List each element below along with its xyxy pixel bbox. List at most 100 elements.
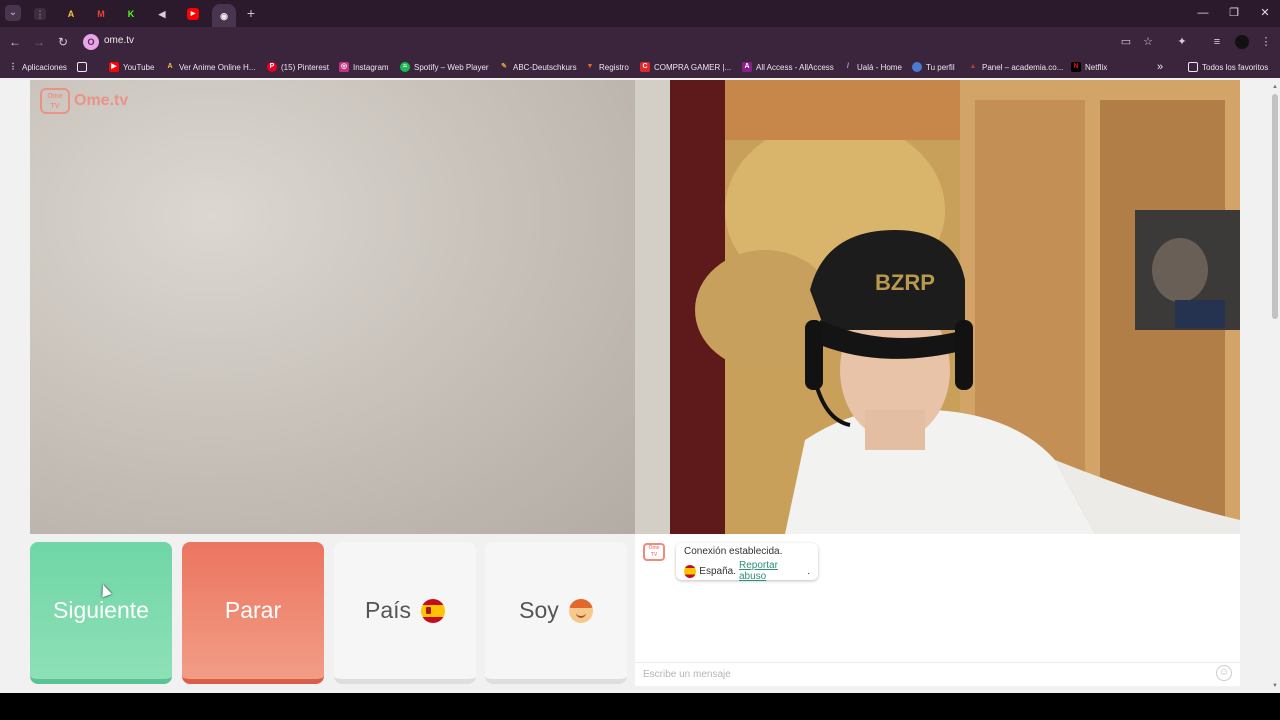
- emoji-icon[interactable]: ☺: [1216, 665, 1232, 681]
- bookmark-label: COMPRA GAMER |...: [654, 62, 732, 72]
- cast-icon[interactable]: ▭: [1119, 35, 1133, 49]
- forward-icon[interactable]: →: [31, 34, 47, 50]
- folder-icon: [1188, 62, 1198, 72]
- bookmark-academia[interactable]: ▲ Panel – academia.co...: [968, 60, 1064, 74]
- spotify-icon: ≈: [400, 62, 410, 72]
- apps-grid-icon: ⋮: [9, 62, 17, 71]
- message-input-bar: [635, 662, 1240, 686]
- bookmark-label: Ualá - Home: [857, 62, 902, 72]
- netflix-icon: N: [1071, 62, 1081, 72]
- extensions-icon[interactable]: ✦: [1175, 35, 1189, 49]
- tab-item[interactable]: A: [57, 4, 85, 23]
- message-input[interactable]: [635, 663, 1205, 685]
- restore-icon[interactable]: ❐: [1227, 6, 1241, 20]
- bookmark-label: Instagram: [353, 62, 389, 72]
- stop-button[interactable]: Parar: [182, 542, 324, 684]
- bookmark-label: All Access - AllAccess: [756, 62, 834, 72]
- bookmark-label: Tu perfil: [926, 62, 955, 72]
- bookmarks-overflow-icon[interactable]: »: [1157, 60, 1163, 74]
- registro-icon: ▼: [586, 63, 594, 70]
- reload-icon[interactable]: ↻: [55, 34, 71, 50]
- tab-search-icon[interactable]: ⌄: [5, 5, 21, 21]
- stop-button-label: Parar: [224, 597, 282, 623]
- instagram-icon: ◎: [339, 62, 349, 72]
- tab-item[interactable]: K: [117, 4, 145, 23]
- pinterest-icon: P: [267, 62, 277, 72]
- bookmark-label: ABC-Deutschkurs: [513, 62, 577, 72]
- star-icon[interactable]: ☆: [1141, 35, 1155, 49]
- scroll-thumb[interactable]: [1272, 94, 1278, 319]
- academia-icon: ▲: [969, 63, 977, 70]
- connection-status-text: Conexión establecida.: [684, 546, 783, 557]
- bookmark-label: Registro: [599, 62, 629, 72]
- media-icon[interactable]: ≡: [1210, 35, 1224, 49]
- boy-face-icon: [568, 598, 593, 623]
- svg-text:BZRP: BZRP: [875, 270, 935, 295]
- minimize-icon[interactable]: —: [1196, 6, 1210, 20]
- back-icon[interactable]: ←: [7, 34, 23, 50]
- youtube-icon: ▶: [187, 7, 199, 20]
- compragamer-icon: C: [640, 62, 650, 72]
- gender-button-label: Soy: [519, 597, 559, 623]
- self-video-frame: BZRP: [635, 80, 1240, 534]
- perfil-icon: [912, 62, 922, 72]
- uala-icon: /: [847, 63, 849, 70]
- country-button[interactable]: País: [334, 542, 476, 684]
- allaccess-icon: A: [742, 62, 752, 72]
- ometv-tv-icon: Ome TV: [40, 88, 70, 114]
- bookmark-youtube[interactable]: ▶ YouTube: [109, 60, 154, 74]
- tab-active[interactable]: ◉: [212, 4, 236, 27]
- tab-item[interactable]: ▶: [179, 4, 207, 23]
- ometv-logo-text: Ome.tv: [74, 92, 129, 109]
- bookmark-all-favorites[interactable]: Todos los favoritos: [1188, 60, 1268, 74]
- tab-item[interactable]: ◀: [148, 4, 176, 23]
- youtube-icon: ▶: [109, 62, 119, 72]
- bookmark-label: Todos los favoritos: [1202, 62, 1269, 72]
- bookmark-registro[interactable]: ▼ Registro: [585, 60, 629, 74]
- bookmark-netflix[interactable]: N Netflix: [1071, 60, 1107, 74]
- next-button[interactable]: Siguiente: [30, 542, 172, 684]
- bookmark-pinterest[interactable]: P (15) Pinterest: [267, 60, 329, 74]
- bookmark-allaccess[interactable]: A All Access - AllAccess: [742, 60, 834, 74]
- bookmark-spotify[interactable]: ≈ Spotify – Web Player: [400, 60, 489, 74]
- bookmark-instagram[interactable]: ◎ Instagram: [339, 60, 389, 74]
- grid-icon: ⋮: [34, 7, 46, 20]
- bookmark-label: Spotify – Web Player: [414, 62, 489, 72]
- message-period: .: [807, 565, 810, 577]
- close-icon[interactable]: ✕: [1258, 6, 1272, 20]
- system-message: Conexión establecida. España. Reportar a…: [676, 543, 818, 582]
- scrollbar[interactable]: ▲ ▼: [1270, 80, 1280, 693]
- url-text[interactable]: ome.tv: [104, 35, 134, 46]
- bookmark-label: Ver Anime Online H...: [179, 62, 256, 72]
- ometv-chat-icon: Ome TV: [643, 543, 665, 561]
- tab-item[interactable]: M: [87, 4, 115, 23]
- ometv-logo[interactable]: Ome TV Ome.tv: [40, 88, 128, 114]
- country-button-label: País: [364, 597, 412, 623]
- spain-flag-icon: [421, 598, 446, 623]
- scroll-up-icon[interactable]: ▲: [1270, 82, 1280, 92]
- bookmark-anime[interactable]: A Ver Anime Online H...: [165, 60, 255, 74]
- af-icon: A: [67, 8, 75, 19]
- bookmark-perfil[interactable]: Tu perfil: [912, 60, 955, 74]
- spain-flag-icon: [684, 564, 697, 578]
- self-video: BZRP: [635, 80, 1240, 534]
- stranger-video: [30, 80, 635, 534]
- new-tab-button[interactable]: +: [243, 5, 259, 21]
- site-info-icon[interactable]: O: [83, 34, 99, 50]
- scroll-down-icon[interactable]: ▼: [1270, 681, 1280, 691]
- menu-icon[interactable]: ⋮: [1259, 35, 1273, 49]
- gender-button[interactable]: Soy: [485, 542, 627, 684]
- tab-item[interactable]: ⋮: [26, 4, 54, 23]
- bookmark-grid[interactable]: [77, 60, 87, 74]
- bookmark-label: Netflix: [1085, 62, 1108, 72]
- kick-icon: K: [127, 8, 135, 19]
- bookmark-compragamer[interactable]: C COMPRA GAMER |...: [640, 60, 731, 74]
- report-abuse-link[interactable]: Reportar abuso: [739, 560, 804, 582]
- af-icon: A: [167, 63, 173, 70]
- bookmark-uala[interactable]: / Ualá - Home: [843, 60, 902, 74]
- profile-avatar[interactable]: [1235, 35, 1249, 49]
- bookmark-apps[interactable]: ⋮ Aplicaciones: [8, 60, 67, 74]
- bookmark-label: YouTube: [123, 62, 155, 72]
- bookmark-abc[interactable]: ✎ ABC-Deutschkurs: [499, 60, 577, 74]
- browser-window: ⌄ ⋮ A M K ◀ ▶ ◉ + — ❐ ✕ ← → ↻ O ome.tv ▭…: [0, 0, 1280, 693]
